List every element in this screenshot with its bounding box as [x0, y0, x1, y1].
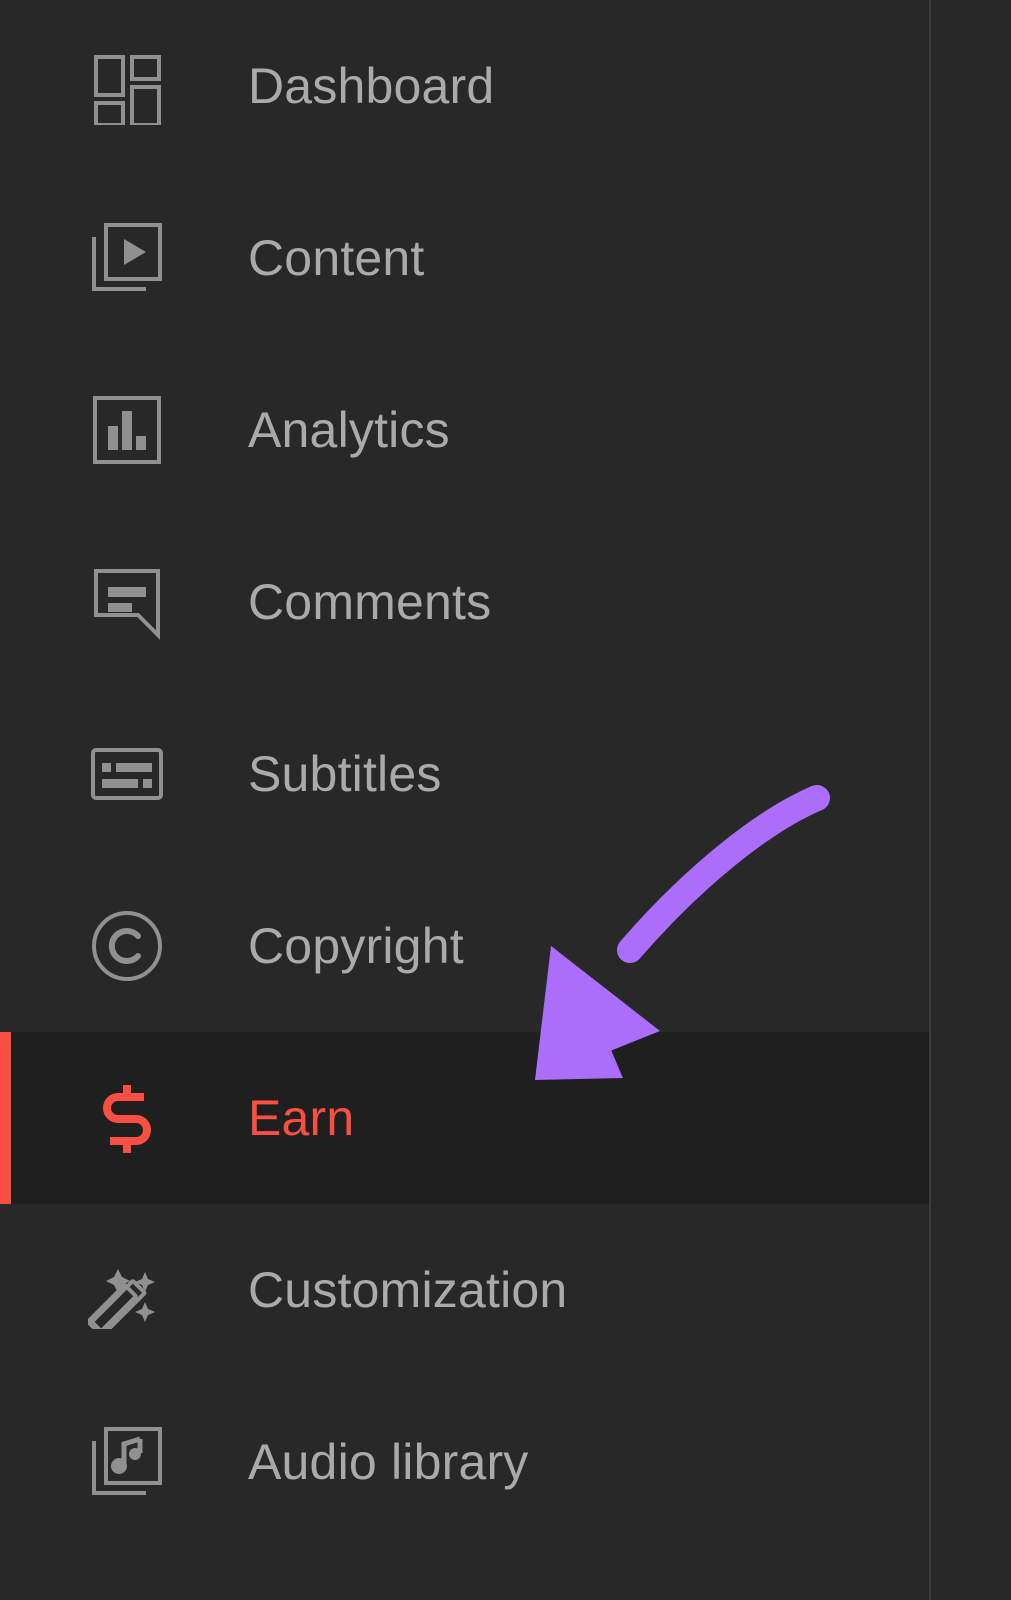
active-item-indicator [0, 1032, 11, 1204]
sidebar-item-copyright[interactable]: Copyright [0, 860, 929, 1032]
youtube-studio-sidebar-screen: Dashboard Content Analytics Comments Sub… [0, 0, 1011, 1600]
magic-wand-icon [88, 1251, 166, 1329]
bar-chart-icon [88, 391, 166, 469]
sidebar-nav-list: Dashboard Content Analytics Comments Sub… [0, 0, 929, 1548]
subtitles-icon [88, 735, 166, 813]
sidebar-item-label: Analytics [248, 402, 450, 458]
sidebar-item-label: Copyright [248, 918, 464, 974]
sidebar-item-earn[interactable]: Earn [0, 1032, 929, 1204]
sidebar-item-label: Content [248, 230, 425, 286]
sidebar-item-analytics[interactable]: Analytics [0, 344, 929, 516]
channel-navigation-sidebar: Dashboard Content Analytics Comments Sub… [0, 0, 931, 1600]
speech-bubble-icon [88, 563, 166, 641]
video-stack-play-icon [88, 219, 166, 297]
sidebar-item-label: Earn [248, 1090, 355, 1146]
dollar-sign-icon [88, 1079, 166, 1157]
sidebar-item-label: Audio library [248, 1434, 529, 1490]
sidebar-item-label: Dashboard [248, 58, 495, 114]
music-note-stack-icon [88, 1423, 166, 1501]
copyright-c-icon [88, 907, 166, 985]
sidebar-item-content[interactable]: Content [0, 172, 929, 344]
sidebar-item-label: Customization [248, 1262, 568, 1318]
sidebar-item-audio-library[interactable]: Audio library [0, 1376, 929, 1548]
sidebar-item-comments[interactable]: Comments [0, 516, 929, 688]
sidebar-item-subtitles[interactable]: Subtitles [0, 688, 929, 860]
sidebar-item-customization[interactable]: Customization [0, 1204, 929, 1376]
dashboard-grid-icon [88, 47, 166, 125]
sidebar-item-label: Comments [248, 574, 492, 630]
sidebar-item-dashboard[interactable]: Dashboard [0, 0, 929, 172]
sidebar-item-label: Subtitles [248, 746, 442, 802]
